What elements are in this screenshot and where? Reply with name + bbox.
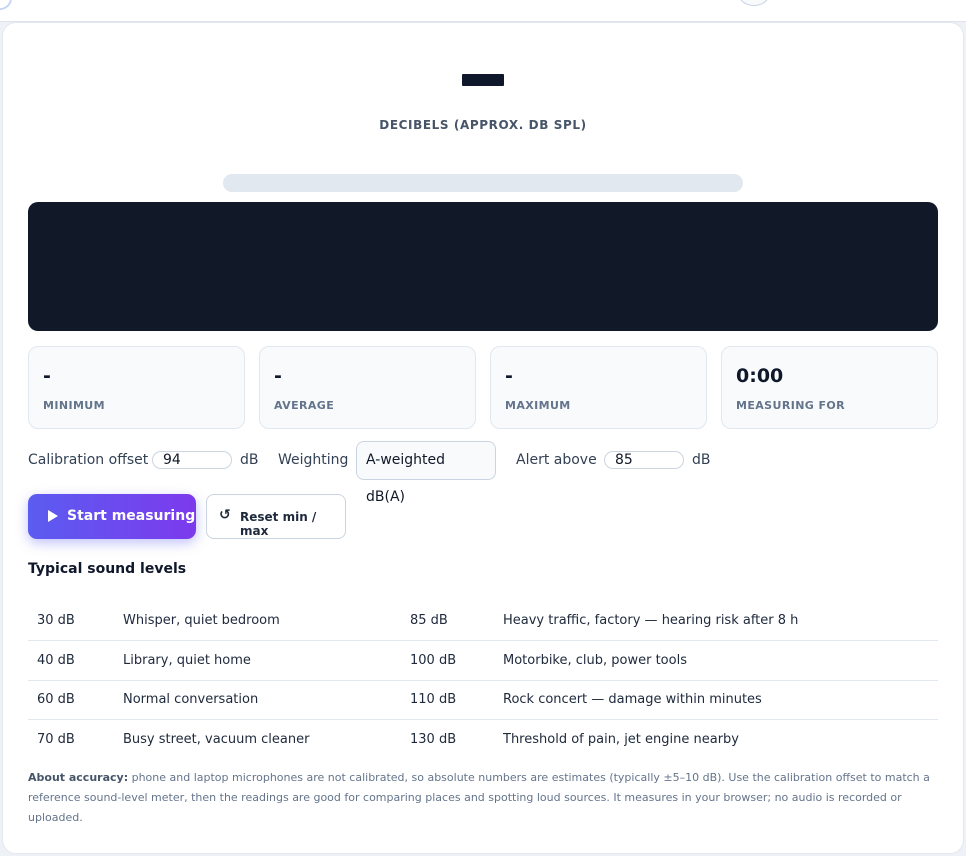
stat-label: MINIMUM — [43, 399, 105, 412]
table-row: 30 dB Whisper, quiet bedroom 85 dB Heavy… — [28, 601, 938, 641]
db-cell: 110 dB — [410, 680, 503, 720]
stat-duration: 0:00 MEASURING FOR — [721, 346, 938, 429]
description-cell: Whisper, quiet bedroom — [123, 601, 410, 641]
table-row: 70 dB Busy street, vacuum cleaner 130 dB… — [28, 720, 938, 760]
play-icon — [48, 510, 58, 522]
stat-value: - — [274, 365, 282, 387]
accuracy-note-label: About accuracy: — [28, 771, 129, 784]
stat-value: - — [43, 365, 51, 387]
db-cell: 30 dB — [28, 601, 123, 641]
level-bar — [223, 174, 743, 192]
db-cell: 60 dB — [28, 680, 123, 720]
description-cell: Heavy traffic, factory — hearing risk af… — [503, 601, 938, 641]
logo-icon[interactable] — [0, 0, 12, 10]
calibration-unit: dB — [240, 452, 259, 468]
calibration-label: Calibration offset — [28, 452, 149, 468]
reset-icon: ↺ — [219, 507, 231, 523]
description-cell: Normal conversation — [123, 680, 410, 720]
stat-label: MEASURING FOR — [736, 399, 845, 412]
stat-minimum: - MINIMUM — [28, 346, 245, 429]
start-measuring-label: Start measuring — [67, 508, 196, 524]
top-bar — [0, 0, 966, 22]
waveform-graph — [28, 202, 938, 331]
description-cell: Rock concert — damage within minutes — [503, 680, 938, 720]
accuracy-note-text: phone and laptop microphones are not cal… — [28, 771, 930, 824]
alert-label: Alert above — [516, 452, 597, 468]
stat-value: - — [505, 365, 513, 387]
weighting-select[interactable]: A-weighted dB(A) — [356, 441, 496, 505]
reset-min-max-button[interactable]: ↺ Reset min / max — [206, 494, 346, 539]
reset-min-max-label: Reset min / max — [240, 510, 317, 538]
typical-levels-table: 30 dB Whisper, quiet bedroom 85 dB Heavy… — [28, 601, 938, 759]
alert-threshold-input[interactable]: 85 — [604, 451, 684, 469]
stat-label: AVERAGE — [274, 399, 335, 412]
stat-value: 0:00 — [736, 365, 784, 387]
db-cell: 70 dB — [37, 732, 75, 747]
table-row: 40 dB Library, quiet home 100 dB Motorbi… — [28, 640, 938, 681]
alert-unit: dB — [692, 452, 711, 468]
table-row: 60 dB Normal conversation 110 dB Rock co… — [28, 680, 938, 720]
description-cell: Motorbike, club, power tools — [503, 640, 938, 681]
weighting-label: Weighting — [278, 452, 349, 468]
db-cell: 40 dB — [28, 640, 123, 681]
typical-levels-title: Typical sound levels — [28, 561, 187, 577]
calibration-input[interactable]: 94 — [152, 451, 232, 469]
stat-maximum: - MAXIMUM — [490, 346, 707, 429]
db-cell: 85 dB — [410, 601, 503, 641]
db-cell: 130 dB — [410, 732, 457, 747]
description-cell: Busy street, vacuum cleaner — [123, 732, 310, 747]
decibel-reading-placeholder — [462, 74, 504, 86]
avatar[interactable] — [738, 0, 770, 6]
db-cell: 100 dB — [410, 640, 503, 681]
stat-average: - AVERAGE — [259, 346, 476, 429]
stat-label: MAXIMUM — [505, 399, 571, 412]
start-measuring-button[interactable]: Start measuring — [28, 494, 196, 539]
accuracy-note: About accuracy: phone and laptop microph… — [28, 768, 938, 828]
unit-label: DECIBELS (APPROX. DB SPL) — [379, 118, 587, 132]
description-cell: Threshold of pain, jet engine nearby — [503, 732, 739, 747]
description-cell: Library, quiet home — [123, 640, 410, 681]
